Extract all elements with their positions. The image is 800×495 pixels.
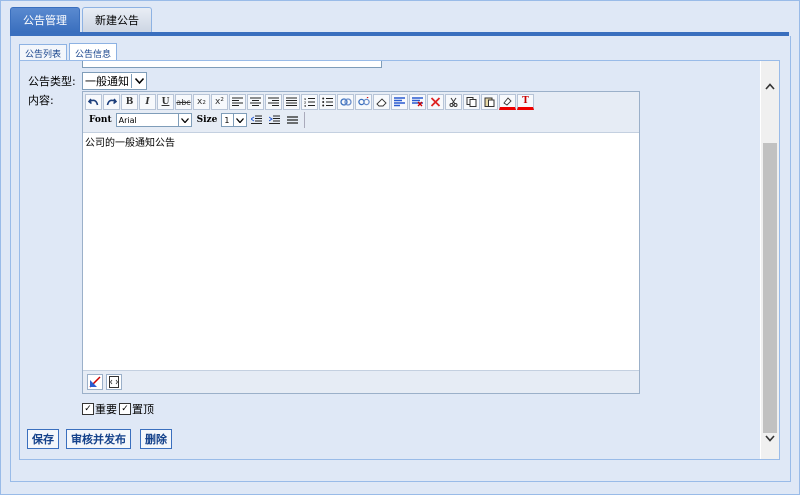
align-right-icon[interactable]: [265, 94, 282, 110]
size-select-value: 1: [224, 115, 230, 125]
font-label: Font: [89, 115, 112, 125]
paste-icon[interactable]: [481, 94, 498, 110]
chevron-down-icon: [177, 114, 191, 126]
type-select[interactable]: 一般通知: [82, 72, 147, 90]
editor-body[interactable]: 公司的一般通知公告: [85, 134, 175, 149]
align-left-icon[interactable]: [229, 94, 246, 110]
highlight-color-icon[interactable]: [499, 94, 516, 110]
vertical-scrollbar[interactable]: [761, 61, 779, 459]
remove-format-icon[interactable]: [409, 94, 426, 110]
tab-announcement-management[interactable]: 公告管理: [10, 7, 80, 32]
chevron-down-icon: [233, 114, 246, 126]
eraser-icon[interactable]: [373, 94, 390, 110]
unordered-list-icon[interactable]: [319, 94, 336, 110]
align-center-icon[interactable]: [247, 94, 264, 110]
size-label: Size: [196, 115, 218, 125]
indent-block-icon[interactable]: [391, 94, 408, 110]
underline-button[interactable]: U: [157, 94, 174, 110]
delete-button[interactable]: 删除: [140, 429, 172, 449]
font-color-icon[interactable]: T: [517, 94, 534, 110]
chevron-up-icon[interactable]: [761, 77, 779, 95]
chevron-down-icon: [131, 74, 146, 88]
indent-icon[interactable]: [266, 112, 283, 128]
undo-icon[interactable]: [85, 94, 102, 110]
toolbar-row-2: Font Arial Size 1: [85, 112, 307, 128]
review-publish-button[interactable]: 审核并发布: [66, 429, 131, 449]
form-content: 公告类型: 一般通知 内容: B I U abc x₂ x² 1 2 3 T F…: [19, 60, 780, 460]
unlink-icon[interactable]: [355, 94, 372, 110]
editor-footer: [83, 370, 639, 393]
copy-icon[interactable]: [463, 94, 480, 110]
pin-label: 置顶: [132, 403, 154, 416]
subscript-button[interactable]: x₂: [193, 94, 210, 110]
source-mode-icon[interactable]: [106, 374, 122, 390]
svg-text:3: 3: [304, 104, 306, 107]
font-select[interactable]: Arial: [115, 113, 192, 127]
content-label: 内容:: [28, 94, 54, 107]
top-tab-bar: 公告管理 新建公告: [10, 7, 152, 33]
rich-text-editor: B I U abc x₂ x² 1 2 3 T Font Arial Size …: [82, 91, 640, 394]
font-select-value: Arial: [118, 115, 137, 125]
save-button[interactable]: 保存: [27, 429, 59, 449]
strikethrough-button[interactable]: abc: [175, 94, 192, 110]
horizontal-rule-icon[interactable]: [284, 112, 301, 128]
type-label: 公告类型:: [28, 75, 76, 88]
link-icon[interactable]: [337, 94, 354, 110]
options-row: ✓ 重要 ✓ 置顶: [82, 401, 154, 417]
toolbar-row-1: B I U abc x₂ x² 1 2 3 T: [85, 94, 534, 110]
ordered-list-icon[interactable]: 123: [301, 94, 318, 110]
cut-icon[interactable]: [445, 94, 462, 110]
design-mode-icon[interactable]: [87, 374, 103, 390]
bold-button[interactable]: B: [121, 94, 138, 110]
justify-icon[interactable]: [283, 94, 300, 110]
chevron-down-icon[interactable]: [761, 429, 779, 447]
tab-announcement-list[interactable]: 公告列表: [19, 44, 68, 60]
size-select[interactable]: 1: [221, 113, 248, 127]
italic-button[interactable]: I: [139, 94, 156, 110]
editor-toolbar: B I U abc x₂ x² 1 2 3 T Font Arial Size …: [83, 92, 639, 133]
superscript-button[interactable]: x²: [211, 94, 228, 110]
type-select-value: 一般通知: [85, 75, 129, 88]
title-input[interactable]: [82, 61, 382, 68]
tab-new-announcement[interactable]: 新建公告: [82, 7, 152, 32]
delete-icon[interactable]: [427, 94, 444, 110]
redo-icon[interactable]: [103, 94, 120, 110]
scrollbar-thumb[interactable]: [763, 143, 777, 433]
toolbar-separator: [304, 112, 306, 128]
pin-checkbox[interactable]: ✓: [119, 403, 131, 415]
important-checkbox[interactable]: ✓: [82, 403, 94, 415]
outdent-icon[interactable]: [248, 112, 265, 128]
important-label: 重要: [95, 403, 117, 416]
tab-announcement-info[interactable]: 公告信息: [69, 43, 118, 61]
form-area: 公告类型: 一般通知 内容: B I U abc x₂ x² 1 2 3 T F…: [20, 61, 760, 459]
